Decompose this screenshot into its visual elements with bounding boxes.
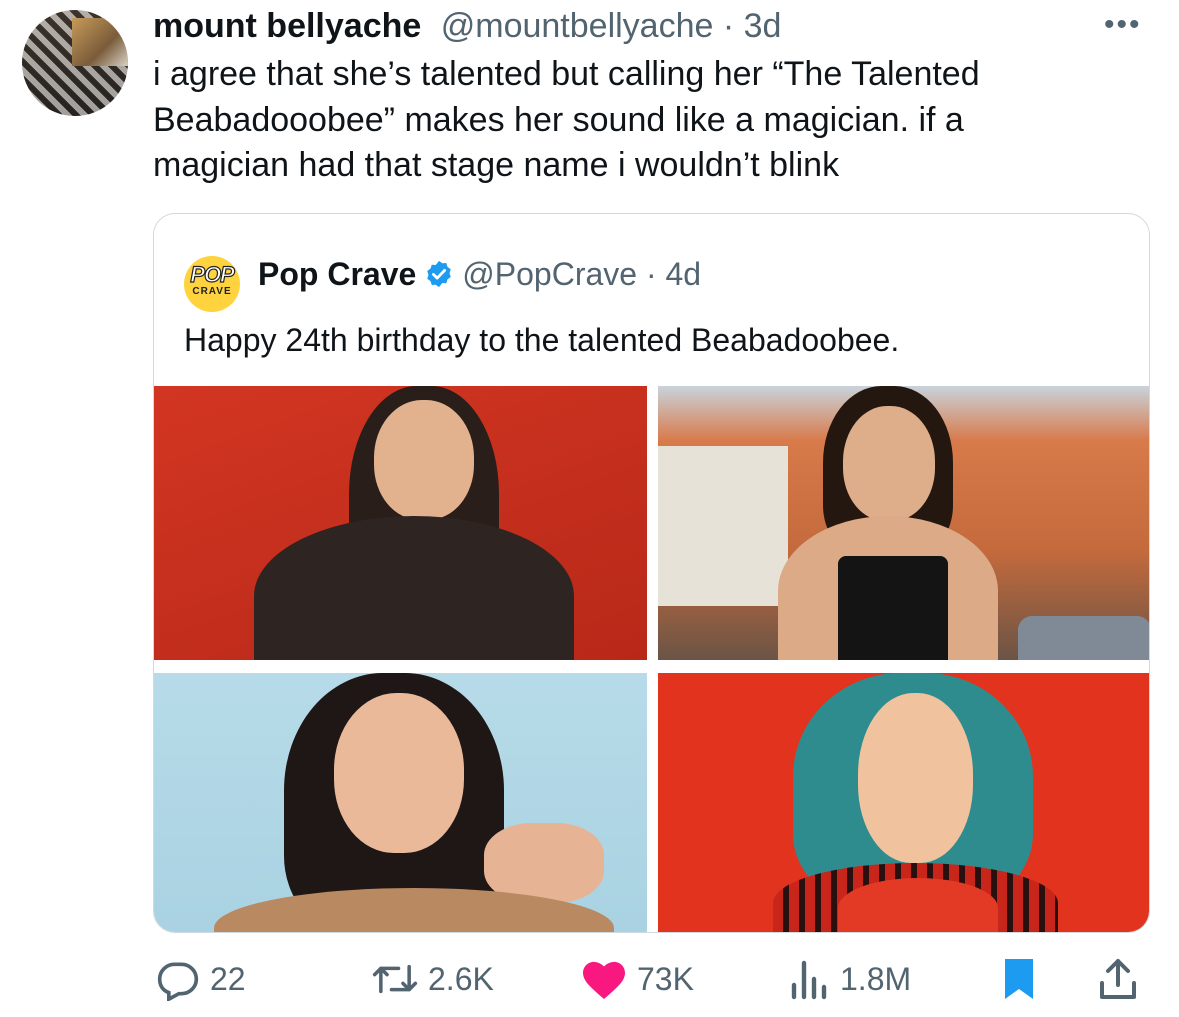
author-name[interactable]: mount bellyache (153, 7, 421, 45)
tweet-header: mount bellyache @mountbellyache · 3d (153, 4, 781, 48)
photo-body (254, 516, 574, 660)
repost-button[interactable]: 2.6K (372, 956, 494, 1002)
reply-icon (156, 957, 200, 1001)
quote-author-handle[interactable]: @PopCrave (462, 256, 637, 292)
like-icon (581, 958, 627, 1000)
author-handle[interactable]: @mountbellyache (441, 7, 714, 45)
like-count: 73K (637, 960, 694, 997)
pop-crave-logo[interactable]: POP CRAVE (184, 256, 240, 312)
tweet-age[interactable]: 3d (744, 7, 782, 45)
photo-top (838, 556, 948, 660)
author-meta: @mountbellyache · 3d (440, 7, 782, 45)
verified-badge-icon (424, 258, 454, 298)
photo-street[interactable] (658, 386, 1149, 660)
share-icon[interactable] (1098, 956, 1138, 1002)
quote-age[interactable]: 4d (666, 256, 702, 292)
quote-text: Happy 24th birthday to the talented Beab… (184, 322, 900, 358)
photo-hand (484, 823, 604, 903)
quoted-tweet[interactable]: POP CRAVE Pop Crave @PopCrave · 4d Happy … (153, 213, 1150, 933)
reply-button[interactable]: 22 (156, 956, 246, 1002)
reply-count: 22 (210, 960, 246, 997)
photo-face (843, 406, 935, 521)
photo-red-background[interactable] (154, 386, 647, 660)
photo-teal-hair-red-background[interactable] (658, 673, 1149, 932)
repost-icon (372, 957, 418, 1001)
logo-text-crave: CRAVE (192, 286, 232, 297)
logo-text-pop: POP (190, 261, 236, 287)
photo-face (858, 693, 973, 863)
views-icon (790, 957, 830, 1001)
more-icon[interactable]: ••• (1104, 8, 1142, 42)
like-button[interactable]: 73K (581, 956, 694, 1002)
author-avatar[interactable] (22, 10, 128, 116)
views-count: 1.8M (840, 960, 912, 997)
photo-face (374, 400, 474, 520)
bookmark-icon[interactable] (1003, 956, 1035, 1002)
quote-author-name[interactable]: Pop Crave (258, 256, 416, 292)
photo-building (658, 446, 788, 606)
views-button[interactable]: 1.8M (790, 956, 911, 1002)
photo-face (334, 693, 464, 853)
quote-header: Pop Crave @PopCrave · 4d (258, 254, 701, 298)
quote-meta: @PopCrave · 4d (462, 256, 702, 292)
action-bar: 22 2.6K 73K 1.8M (0, 950, 1179, 1010)
photo-shirt (838, 878, 998, 932)
photo-car (1018, 616, 1149, 660)
repost-count: 2.6K (428, 960, 494, 997)
tweet-text: i agree that she’s talented but calling … (153, 55, 980, 184)
photo-blue-background[interactable] (154, 673, 647, 932)
